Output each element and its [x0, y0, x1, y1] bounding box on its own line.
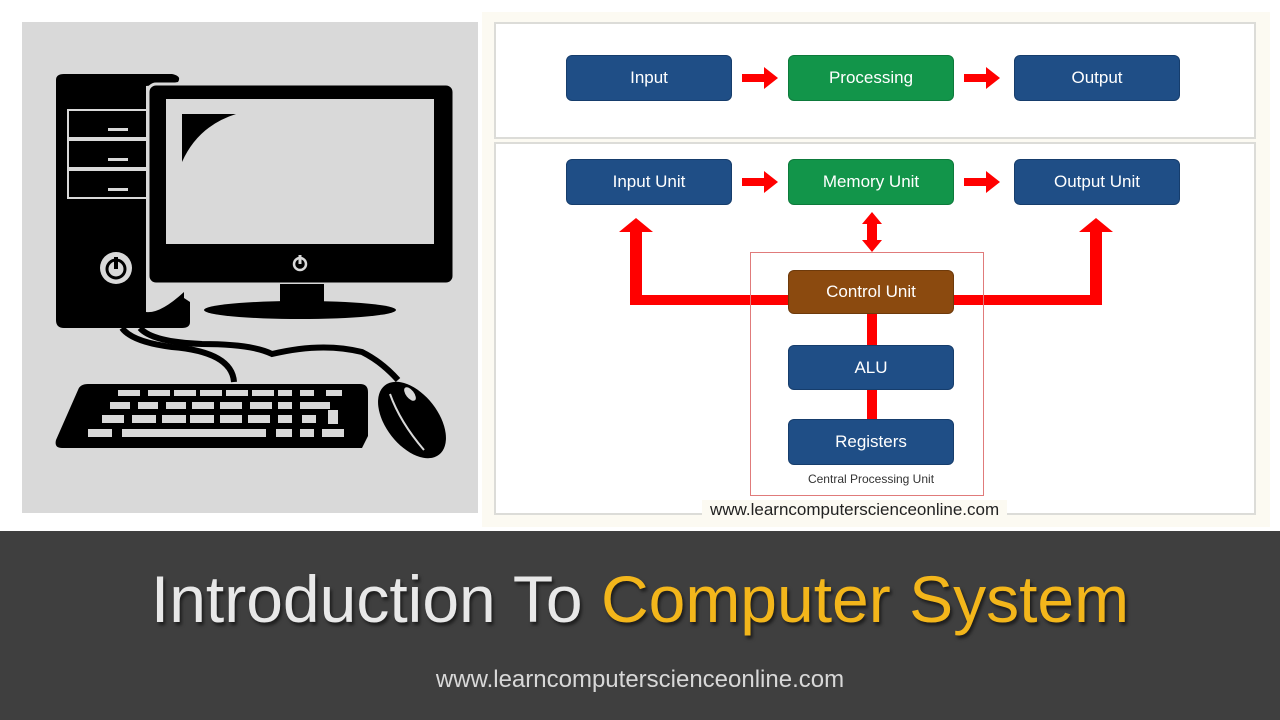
node-control-unit: Control Unit [788, 270, 954, 314]
website-url: www.learncomputerscienceonline.com [435, 666, 845, 693]
page-title: Introduction To Computer System [0, 561, 1280, 637]
diagram-panel: Input Processing Output Input Unit Memor… [482, 12, 1270, 527]
desktop-computer-icon [55, 74, 456, 459]
mouse-icon [378, 381, 446, 459]
ipo-diagram: Input Processing Output [494, 22, 1256, 139]
arrow-processing-to-output [964, 67, 1000, 89]
arrow-input-to-memory [742, 171, 778, 193]
node-memory-unit: Memory Unit [788, 159, 954, 205]
computer-illustration [22, 22, 478, 513]
arrow-input-to-processing [742, 67, 778, 89]
node-input-unit: Input Unit [566, 159, 732, 205]
node-alu: ALU [788, 345, 954, 390]
arrow-memory-to-output [964, 171, 1000, 193]
title-part-1: Introduction To [150, 562, 583, 636]
node-registers: Registers [788, 419, 954, 465]
computer-architecture-diagram: Input Unit Memory Unit Output Unit Contr… [494, 142, 1256, 515]
ipo-arrows [742, 67, 1000, 89]
title-banner: Introduction To Computer System www.lear… [0, 531, 1280, 720]
arrow-memory-control-bidirectional [862, 212, 882, 252]
cpu-caption: Central Processing Unit [807, 472, 935, 486]
title-part-2: Computer System [600, 562, 1130, 636]
node-output-unit: Output Unit [1014, 159, 1180, 205]
diagram-website-label: www.learncomputerscienceonline.com [702, 500, 1008, 520]
